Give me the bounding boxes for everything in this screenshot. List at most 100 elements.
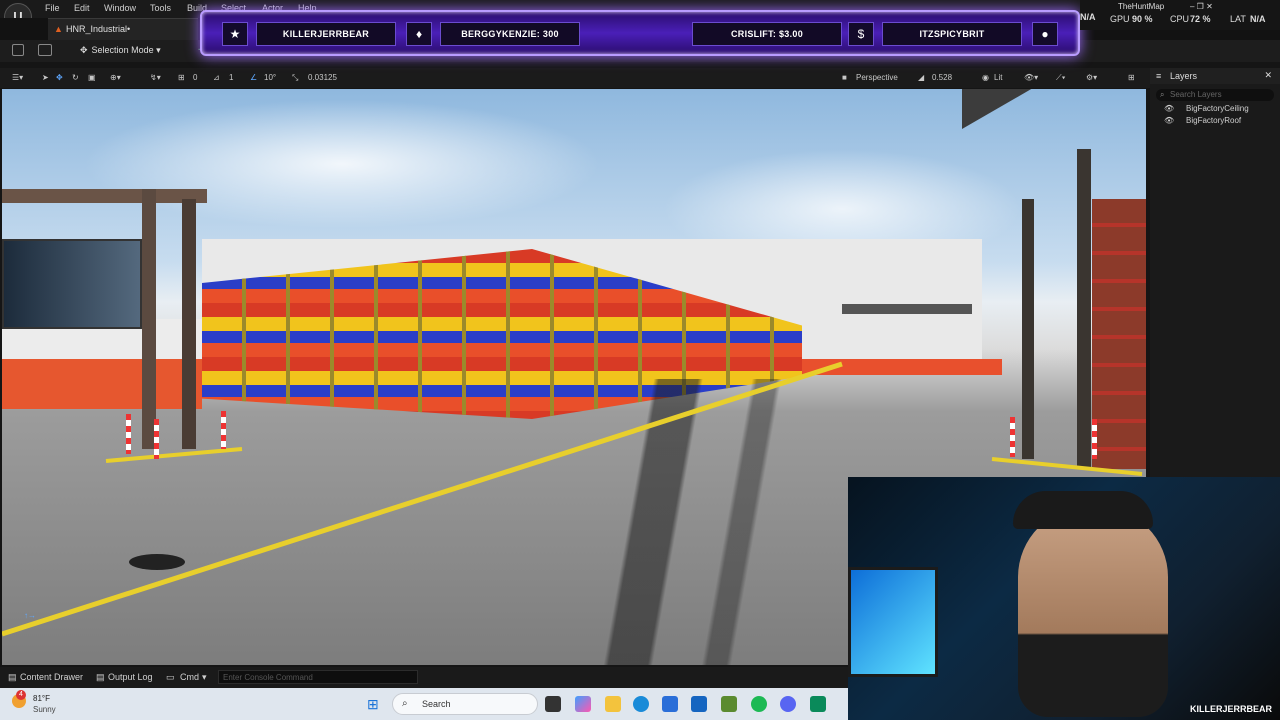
streamer	[1018, 507, 1168, 717]
visibility-icon[interactable]: 👁	[1164, 116, 1174, 125]
output-log-icon: ▤	[96, 672, 105, 682]
content-drawer-icon: ▤	[8, 672, 17, 682]
bollard	[1092, 419, 1097, 459]
weather-temp: 81°F	[33, 694, 50, 703]
layers-title: Layers	[1170, 71, 1198, 81]
window-controls[interactable]: – ❐ ✕	[1190, 2, 1213, 11]
surface-snap-icon[interactable]: ↯▾	[150, 73, 161, 82]
lat-label: LAT	[1230, 14, 1246, 24]
star-icon: ★	[222, 22, 248, 46]
grid-snap-icon[interactable]: ⊞	[178, 73, 185, 82]
scale-snap-icon[interactable]: ⤡	[292, 73, 298, 83]
chevron-down-icon: ▾	[156, 45, 161, 55]
streamer-name: KILLERJERRBEAR	[1189, 704, 1272, 714]
translate-tool-icon[interactable]: ✥	[56, 73, 63, 82]
store-icon[interactable]	[662, 696, 678, 712]
notification-badge: 4	[16, 690, 26, 700]
minecraft-icon[interactable]	[721, 696, 737, 712]
select-tool-icon[interactable]: ➤	[42, 73, 49, 82]
user-icon: ●	[1032, 22, 1058, 46]
angle-snap-icon[interactable]: ∠	[250, 73, 257, 82]
xbox-icon[interactable]	[810, 696, 826, 712]
project-name: TheHuntMap	[1118, 2, 1165, 11]
gpu-value: 90 %	[1132, 14, 1153, 24]
selection-mode-label: Selection Mode	[91, 45, 154, 55]
search-icon: ⌕	[1160, 90, 1165, 99]
weather-desc: Sunny	[33, 705, 56, 714]
console-input[interactable]: Enter Console Command	[218, 670, 418, 684]
layers-header: ≡ Layers ✕	[1150, 68, 1280, 84]
rotation-snap-icon[interactable]: ⊿	[213, 73, 220, 82]
discord-icon[interactable]	[780, 696, 796, 712]
outlook-icon[interactable]	[691, 696, 707, 712]
save-icon[interactable]	[12, 44, 24, 56]
layer-item[interactable]: BigFactoryCeiling	[1186, 104, 1249, 113]
status-bar: ▤ Content Drawer ▤ Output Log ▭ Cmd ▾ En…	[0, 667, 848, 688]
bollard	[1010, 417, 1015, 457]
layer-item[interactable]: BigFactoryRoof	[1186, 116, 1241, 125]
cap	[1013, 491, 1153, 529]
taskbar-search[interactable]: ⌕ Search	[392, 693, 538, 715]
search-icon: ⌕	[402, 698, 408, 709]
menu-file[interactable]: File	[45, 3, 60, 13]
dollar-icon: $	[848, 22, 874, 46]
tab-level-label: HNR_Industrial•	[66, 24, 131, 34]
layers-icon: ≡	[1156, 71, 1162, 81]
performance-stats: N/A TheHuntMap – ❐ ✕ GPU 90 % CPU 72 % L…	[1080, 0, 1280, 30]
level-icon: ▲	[54, 24, 63, 34]
menu-window[interactable]: Window	[104, 3, 136, 13]
bollard	[154, 419, 159, 459]
latest-follower: KILLERJERRBEAR	[256, 22, 396, 46]
tab-level[interactable]: ▲ HNR_Industrial•	[48, 18, 198, 40]
file-explorer-icon[interactable]	[605, 696, 621, 712]
view-mode-dropdown[interactable]: Lit	[994, 73, 1002, 82]
world-local-icon[interactable]: ⊕▾	[110, 73, 121, 82]
latest-tip: CRISLIFT: $3.00	[692, 22, 842, 46]
layers-search-input[interactable]: Search Layers	[1156, 89, 1274, 101]
content-browser-icon[interactable]	[38, 44, 52, 56]
stream-alert-bar: ★ KILLERJERRBEAR ♦ BERGGYKENZIE: 300 CRI…	[200, 10, 1080, 56]
camera-icon: ■	[842, 73, 847, 82]
grid-snap-value[interactable]: 0	[193, 73, 197, 82]
edge-icon[interactable]	[633, 696, 649, 712]
rotation-snap-value[interactable]: 1	[229, 73, 233, 82]
rotate-tool-icon[interactable]: ↻	[72, 73, 79, 82]
spotify-icon[interactable]	[751, 696, 767, 712]
selection-mode-dropdown[interactable]: ✥ Selection Mode ▾	[80, 43, 168, 59]
cmd-dropdown[interactable]: Cmd	[180, 672, 199, 682]
viewport-toolbar: ☰▾ ➤ ✥ ↻ ▣ ⊕▾ ↯▾ ⊞ 0 ⊿ 1 ∠ 10° ⤡ 0.03125…	[0, 68, 1150, 88]
diamond-icon: ♦	[406, 22, 432, 46]
scale-tool-icon[interactable]: ▣	[88, 73, 96, 82]
windows-taskbar: 4 81°F Sunny ⊞ ⌕ Search	[0, 688, 848, 720]
content-drawer-button[interactable]: Content Drawer	[20, 672, 83, 682]
bollard	[126, 414, 131, 454]
viewport-options-icon[interactable]: ☰▾	[12, 73, 23, 82]
chevron-down-icon: ▾	[202, 672, 207, 682]
fov-icon: ◢	[918, 73, 925, 82]
show-flags-icon[interactable]: 👁▾	[1024, 73, 1038, 82]
output-log-button[interactable]: Output Log	[108, 672, 153, 682]
perspective-dropdown[interactable]: Perspective	[856, 73, 898, 82]
layers-panel: ≡ Layers ✕ Search Layers ⌕ 👁 BigFactoryC…	[1150, 68, 1280, 478]
settings-gear-icon[interactable]: ⚙▾	[1086, 73, 1097, 82]
angle-snap-value[interactable]: 10°	[264, 73, 276, 82]
layout-icon[interactable]: ⊞	[1128, 73, 1135, 82]
webcam-overlay: KILLERJERRBEAR	[848, 477, 1280, 720]
latest-bits: BERGGYKENZIE: 300	[440, 22, 580, 46]
na-label: N/A	[1080, 12, 1096, 22]
visibility-icon[interactable]: 👁	[1164, 104, 1174, 113]
taskbar-search-label: Search	[422, 699, 451, 709]
copilot-icon[interactable]	[575, 696, 591, 712]
windows-start-icon[interactable]: ⊞	[367, 696, 379, 713]
axis-gizmo-icon: ↑→	[24, 611, 36, 620]
close-icon[interactable]: ✕	[1264, 70, 1272, 81]
task-view-icon[interactable]	[545, 696, 561, 712]
fov-value[interactable]: 0.528	[932, 73, 952, 82]
gpu-label: GPU	[1110, 14, 1130, 24]
menu-edit[interactable]: Edit	[74, 3, 90, 13]
scale-snap-value[interactable]: 0.03125	[308, 73, 337, 82]
lit-icon: ◉	[982, 73, 989, 82]
menu-tools[interactable]: Tools	[150, 3, 171, 13]
bollard	[221, 411, 226, 449]
performance-icon[interactable]: ⟋▾	[1056, 73, 1066, 83]
